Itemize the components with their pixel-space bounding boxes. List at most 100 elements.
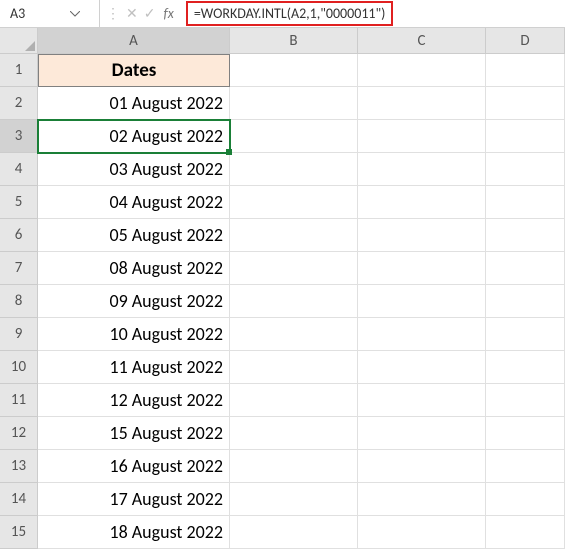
cell-active[interactable]: 02 August 2022 — [38, 120, 230, 153]
col-head-C[interactable]: C — [358, 28, 486, 54]
cell[interactable] — [358, 483, 486, 516]
cell[interactable] — [230, 417, 358, 450]
cell[interactable] — [230, 351, 358, 384]
cell[interactable]: 15 August 2022 — [38, 417, 230, 450]
cell[interactable] — [486, 153, 565, 186]
cell[interactable] — [358, 351, 486, 384]
row-headers: 1 2 3 4 5 6 7 8 9 10 11 12 13 14 15 — [0, 54, 38, 549]
cell[interactable] — [486, 483, 565, 516]
table-row: 04 August 2022 — [38, 186, 565, 219]
cell[interactable] — [486, 318, 565, 351]
formula-input-area[interactable]: =WORKDAY.INTL(A2,1,"0000011") — [180, 0, 565, 27]
cell[interactable] — [230, 186, 358, 219]
row-head[interactable]: 15 — [0, 516, 38, 549]
row-head[interactable]: 2 — [0, 87, 38, 120]
cell[interactable] — [486, 54, 565, 87]
cell[interactable] — [358, 219, 486, 252]
name-box-wrap[interactable] — [0, 0, 100, 27]
cell[interactable] — [358, 384, 486, 417]
row-head[interactable]: 5 — [0, 186, 38, 219]
row-head[interactable]: 3 — [0, 120, 38, 153]
row-head[interactable]: 9 — [0, 318, 38, 351]
cell[interactable] — [230, 87, 358, 120]
table-row: 15 August 2022 — [38, 417, 565, 450]
cell[interactable] — [230, 54, 358, 87]
cell[interactable]: 01 August 2022 — [38, 87, 230, 120]
cell[interactable] — [486, 351, 565, 384]
cell[interactable] — [358, 516, 486, 549]
table-row: 09 August 2022 — [38, 285, 565, 318]
row-head[interactable]: 7 — [0, 252, 38, 285]
cell[interactable]: 11 August 2022 — [38, 351, 230, 384]
table-row: 10 August 2022 — [38, 318, 565, 351]
cell[interactable] — [486, 285, 565, 318]
row-head[interactable]: 1 — [0, 54, 38, 87]
cell[interactable] — [358, 450, 486, 483]
formula-bar: ⋮ ✕ ✓ fx =WORKDAY.INTL(A2,1,"0000011") — [0, 0, 565, 28]
row-head[interactable]: 6 — [0, 219, 38, 252]
cell[interactable]: 04 August 2022 — [38, 186, 230, 219]
cell[interactable] — [358, 285, 486, 318]
select-all-corner[interactable] — [0, 28, 38, 54]
cell[interactable] — [486, 516, 565, 549]
cell[interactable]: 12 August 2022 — [38, 384, 230, 417]
cell[interactable] — [358, 318, 486, 351]
col-head-A[interactable]: A — [38, 28, 230, 54]
cell[interactable] — [358, 120, 486, 153]
cell[interactable]: 17 August 2022 — [38, 483, 230, 516]
cell[interactable] — [230, 285, 358, 318]
row-head[interactable]: 14 — [0, 483, 38, 516]
cell[interactable] — [230, 252, 358, 285]
formula-text[interactable]: =WORKDAY.INTL(A2,1,"0000011") — [186, 1, 394, 26]
name-box[interactable] — [8, 4, 68, 23]
cell[interactable] — [486, 417, 565, 450]
cell[interactable]: 03 August 2022 — [38, 153, 230, 186]
cell[interactable] — [230, 384, 358, 417]
col-head-B[interactable]: B — [230, 28, 358, 54]
table-row: 03 August 2022 — [38, 153, 565, 186]
table-row: 05 August 2022 — [38, 219, 565, 252]
cell[interactable] — [230, 219, 358, 252]
table-row: 01 August 2022 — [38, 87, 565, 120]
cell[interactable] — [358, 153, 486, 186]
cell[interactable] — [486, 384, 565, 417]
cell[interactable] — [230, 120, 358, 153]
cell[interactable] — [230, 318, 358, 351]
table-row: 11 August 2022 — [38, 351, 565, 384]
dots-icon: ⋮ — [106, 5, 120, 22]
table-row: 17 August 2022 — [38, 483, 565, 516]
cell[interactable] — [230, 153, 358, 186]
cell[interactable] — [230, 516, 358, 549]
cell[interactable] — [486, 219, 565, 252]
row-head[interactable]: 11 — [0, 384, 38, 417]
cell[interactable]: 16 August 2022 — [38, 450, 230, 483]
row-head[interactable]: 10 — [0, 351, 38, 384]
cell[interactable] — [230, 483, 358, 516]
cell[interactable] — [358, 87, 486, 120]
cell[interactable]: 08 August 2022 — [38, 252, 230, 285]
cell[interactable] — [486, 87, 565, 120]
cell[interactable] — [358, 54, 486, 87]
cell[interactable] — [486, 252, 565, 285]
cell[interactable] — [358, 252, 486, 285]
cell[interactable]: 09 August 2022 — [38, 285, 230, 318]
cell[interactable] — [486, 186, 565, 219]
row-head[interactable]: 4 — [0, 153, 38, 186]
cell-A1-header[interactable]: Dates — [38, 54, 230, 87]
cell[interactable]: 18 August 2022 — [38, 516, 230, 549]
col-head-D[interactable]: D — [486, 28, 565, 54]
cell[interactable] — [358, 186, 486, 219]
cell[interactable]: 10 August 2022 — [38, 318, 230, 351]
cell[interactable] — [486, 120, 565, 153]
row-head[interactable]: 13 — [0, 450, 38, 483]
row-head[interactable]: 8 — [0, 285, 38, 318]
fx-icon[interactable]: fx — [163, 5, 173, 22]
chevron-down-icon[interactable] — [68, 11, 82, 17]
cell[interactable] — [486, 450, 565, 483]
cells-area: Dates 01 August 2022 02 August 2022 03 A… — [38, 54, 565, 549]
table-row: 08 August 2022 — [38, 252, 565, 285]
cell[interactable] — [358, 417, 486, 450]
cell[interactable]: 05 August 2022 — [38, 219, 230, 252]
cell[interactable] — [230, 450, 358, 483]
row-head[interactable]: 12 — [0, 417, 38, 450]
